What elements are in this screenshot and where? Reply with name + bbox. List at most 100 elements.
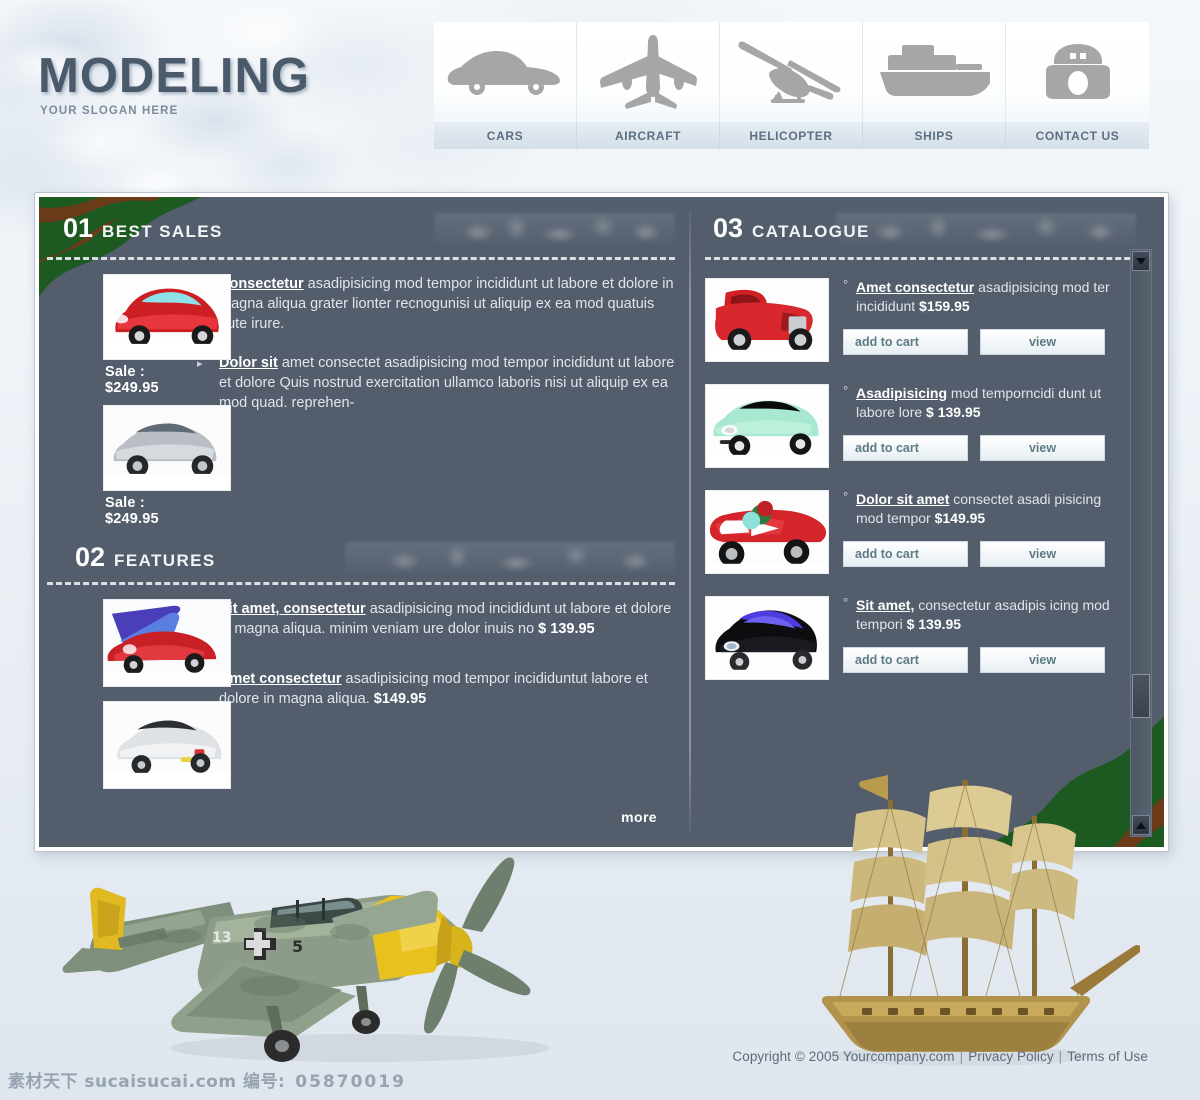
sale-price-label: Sale : $249.95 <box>105 495 159 527</box>
catalogue-item-body: ° Sit amet, consectetur asadipis icing m… <box>829 596 1120 680</box>
catalogue-item-link[interactable]: Sit amet, <box>856 597 914 613</box>
catalogue-item-body: ° Amet consectetur asadipisicing mod ter… <box>829 278 1120 362</box>
add-to-cart-button[interactable]: add to cart <box>843 541 968 567</box>
section-header-best-sales: 01 BEST SALES <box>39 213 689 257</box>
list-item-text: Dolor sit amet consectet asadipisicing m… <box>219 353 675 413</box>
list-item-price: $149.95 <box>373 691 427 707</box>
best-sales-row: Sale : $249.95 Sale: $249.95 Consectetu… <box>39 260 689 536</box>
main-navigation: CARS AIRCRAFT HELICOPTER SHIPS CONTACT U… <box>434 22 1149 149</box>
watermark-site: 素材天下 sucaisucai.com 编号: <box>8 1072 286 1092</box>
helicopter-icon <box>720 22 863 122</box>
white-convertible-thumb <box>104 702 230 788</box>
features-thumbnails <box>47 599 231 793</box>
catalogue-item-text: ° Sit amet, consectetur asadipis icing m… <box>843 596 1120 634</box>
catalogue-item-price: $ 139.95 <box>926 404 981 420</box>
nav-item-helicopter[interactable]: HELICOPTER <box>720 22 863 149</box>
car-icon <box>434 22 577 122</box>
site-logo[interactable]: MODELING YOUR SLOGAN HERE <box>38 49 311 118</box>
footer-separator: | <box>959 1049 964 1064</box>
list-item-link[interactable]: Sit amet, consectetur <box>219 601 366 617</box>
list-item: ° Sit amet, consectetur asadipis icing m… <box>691 574 1164 680</box>
section-title: BEST SALES <box>102 222 223 241</box>
red-sports-car-thumb <box>104 275 230 359</box>
model-airplane-photo: 5 13 <box>62 857 550 1062</box>
panel-columns: 01 BEST SALES Sale: $249.95 Sale: $249… <box>39 197 1164 847</box>
add-to-cart-button[interactable]: add to cart <box>843 329 968 355</box>
airplane-icon <box>577 22 720 122</box>
panel-frame: 01 BEST SALES Sale: $249.95 Sale: $249… <box>34 192 1169 852</box>
copyright-text: Copyright © 2005 Yourcompany.com <box>732 1049 955 1064</box>
catalogue-item-link[interactable]: Dolor sit amet <box>856 491 949 507</box>
nav-item-contact-us[interactable]: CONTACT US <box>1006 22 1149 149</box>
logo-title: MODELING <box>38 49 311 103</box>
catalogue-item-actions: add to cart view <box>843 329 1120 355</box>
view-button[interactable]: view <box>980 435 1105 461</box>
view-button[interactable]: view <box>980 329 1105 355</box>
nav-label-contact-us: CONTACT US <box>1006 122 1149 149</box>
catalogue-item-actions: add to cart view <box>843 541 1120 567</box>
nav-label-helicopter: HELICOPTER <box>720 122 863 149</box>
catalogue-item-link[interactable]: Asadipisicing <box>856 385 947 401</box>
view-button[interactable]: view <box>980 647 1105 673</box>
site-header: MODELING YOUR SLOGAN HERE CARS AIRCRAFT … <box>0 0 1200 175</box>
section-divider <box>47 257 675 260</box>
section-title: CATALOGUE <box>752 222 870 241</box>
nav-item-cars[interactable]: CARS <box>434 22 577 149</box>
list-item-link[interactable]: Amet consectetur <box>219 671 341 687</box>
product-thumbnail-white-convertible[interactable] <box>103 701 231 789</box>
catalogue-item-actions: add to cart view <box>843 435 1120 461</box>
view-button[interactable]: view <box>980 541 1105 567</box>
add-to-cart-button[interactable]: add to cart <box>843 435 968 461</box>
catalogue-scrollbar[interactable] <box>1130 249 1152 837</box>
catalogue-item-price: $ 139.95 <box>906 616 962 632</box>
list-item-text: Sit amet, consectetur asadipisicing mod … <box>219 599 675 639</box>
catalogue-item-text: ° Asadipisicing mod temporncidi dunt ut … <box>843 384 1120 422</box>
list-item-text: Consectetur asadipisicing mod tempor inc… <box>219 274 675 334</box>
product-thumbnail-red-sports-car[interactable] <box>103 274 231 360</box>
more-link[interactable]: more <box>621 809 657 825</box>
telephone-icon <box>1006 22 1149 122</box>
list-item: ° Amet consectetur asadipisicing mod ter… <box>691 268 1164 362</box>
scrollbar-down-arrow-button[interactable] <box>1132 251 1150 271</box>
catalogue-item-body: ° Asadipisicing mod temporncidi dunt ut … <box>829 384 1120 468</box>
list-item: ° Asadipisicing mod temporncidi dunt ut … <box>691 362 1164 468</box>
bullet-circle-icon: ° <box>843 489 849 504</box>
section-number: 03 <box>713 213 744 243</box>
catalogue-item-body: ° Dolor sit amet consectet asadi pisicin… <box>829 490 1120 574</box>
list-item: ▸ Consectetur asadipisicing mod tempor i… <box>197 274 675 334</box>
product-thumbnail-black-blue-car[interactable] <box>705 596 829 680</box>
catalogue-item-link[interactable]: Amet consectetur <box>856 279 974 295</box>
list-item-text: Amet consectetur asadipisicing mod tempo… <box>219 669 675 709</box>
product-thumbnail-red-hotrod[interactable] <box>705 278 829 362</box>
add-to-cart-button[interactable]: add to cart <box>843 647 968 673</box>
product-thumbnail-silver-sedan[interactable] <box>103 405 231 491</box>
chevron-down-icon <box>1136 257 1146 265</box>
main-content-panel: 01 BEST SALES Sale: $249.95 Sale: $249… <box>34 192 1172 856</box>
list-item-link[interactable]: Consectetur <box>219 276 304 292</box>
terms-of-use-link[interactable]: Terms of Use <box>1067 1049 1148 1064</box>
section-number: 01 <box>63 213 94 243</box>
product-thumbnail-mint-sports-car[interactable] <box>705 384 829 468</box>
logo-slogan: YOUR SLOGAN HERE <box>40 105 179 117</box>
svg-text:5: 5 <box>292 937 303 956</box>
privacy-policy-link[interactable]: Privacy Policy <box>968 1049 1053 1064</box>
scrollbar-thumb[interactable] <box>1132 674 1150 718</box>
catalogue-item-price: $149.95 <box>934 510 986 526</box>
catalogue-item-actions: add to cart view <box>843 647 1120 673</box>
model-sailing-ship-photo <box>821 775 1140 1066</box>
catalogue-item-price: $159.95 <box>919 298 970 314</box>
svg-text:13: 13 <box>212 930 231 946</box>
left-column: 01 BEST SALES Sale: $249.95 Sale: $249… <box>39 197 689 847</box>
stock-site-watermark: 素材天下 sucaisucai.com 编号: 05870019 <box>8 1067 406 1092</box>
bullet-circle-icon: ° <box>843 277 849 292</box>
catalogue-list: ° Amet consectetur asadipisicing mod ter… <box>691 260 1164 680</box>
bullet-circle-icon: ° <box>843 595 849 610</box>
black-blue-car-thumb <box>706 597 828 679</box>
nav-item-ships[interactable]: SHIPS <box>863 22 1006 149</box>
section-header-catalogue: 03 CATALOGUE <box>691 213 1164 257</box>
nav-item-aircraft[interactable]: AIRCRAFT <box>577 22 720 149</box>
product-thumbnail-red-concept-car[interactable] <box>103 599 231 687</box>
footer: Copyright © 2005 Yourcompany.com | Privacy… <box>732 1049 1148 1064</box>
red-race-car-thumb <box>706 491 828 573</box>
product-thumbnail-red-race-car[interactable] <box>705 490 829 574</box>
